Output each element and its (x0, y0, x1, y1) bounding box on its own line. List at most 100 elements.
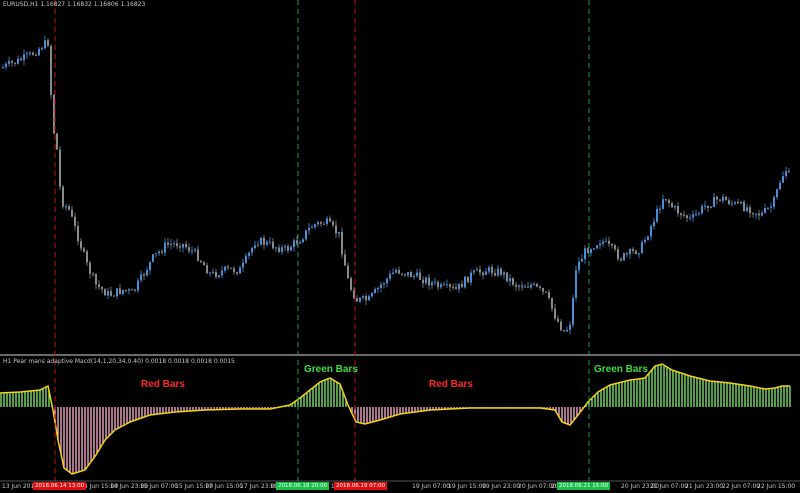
candle-body (194, 249, 196, 251)
candle-body (23, 54, 25, 61)
candle-body (320, 222, 322, 224)
candle-body (440, 284, 442, 288)
candle-body (446, 284, 448, 286)
candle-body (569, 324, 571, 330)
candle-body (533, 283, 535, 285)
candle-body (266, 241, 268, 245)
candle-body (485, 271, 487, 276)
candle-body (716, 196, 718, 200)
time-tick: 19 Jun 07:00 (412, 483, 451, 490)
candle-body (539, 286, 541, 289)
time-tick: 19 Jun 23:00 (482, 483, 521, 490)
candle-body (467, 276, 469, 283)
candle-body (11, 61, 13, 63)
candle-body (476, 269, 478, 271)
time-tick: 15 Jun 07:00 (140, 483, 179, 490)
time-tick: 17 Jun 15:00 (205, 483, 244, 490)
candle-body (197, 249, 199, 261)
candle-body (158, 251, 160, 254)
candle-body (725, 197, 727, 201)
candle-body (323, 223, 325, 225)
candle-body (245, 255, 247, 263)
candle-body (638, 253, 640, 255)
event-vlines[interactable] (54, 0, 590, 481)
candle-body (182, 243, 184, 248)
candle-body (572, 297, 574, 325)
candle-body (104, 289, 106, 296)
candle-body (191, 250, 193, 252)
candle-body (149, 261, 151, 271)
candle-body (368, 296, 370, 301)
candle-body (479, 269, 481, 273)
candle-body (5, 63, 7, 68)
candle-body (260, 237, 262, 245)
candle-body (449, 284, 451, 287)
candle-body (290, 246, 292, 251)
candle-body (131, 289, 133, 291)
candle-body (545, 291, 547, 293)
time-marker: 2018.06.18 20:00 (276, 482, 330, 490)
candle-body (461, 283, 463, 288)
indicator-header: H1 Pear mans adaptive Macd(14,1,20,34,0.… (3, 358, 235, 365)
candle-body (764, 208, 766, 213)
candle-body (95, 273, 97, 285)
candle-body (200, 260, 202, 263)
candle-body (326, 218, 328, 224)
candle-body (548, 292, 550, 299)
main-chart-header: EURUSD,H1 1.16827 1.16832 1.16806 1.1682… (3, 1, 146, 8)
candle-body (494, 273, 496, 276)
candle-body (188, 247, 190, 252)
candle-body (83, 248, 85, 252)
candle-body (509, 278, 511, 282)
candle-body (710, 206, 712, 208)
candle-body (206, 265, 208, 274)
candle-body (383, 283, 385, 285)
candle-body (413, 275, 415, 278)
candle-body (233, 268, 235, 273)
candle-body (257, 244, 259, 246)
candle-body (767, 207, 769, 209)
candle-body (287, 246, 289, 251)
candle-body (227, 266, 229, 268)
candle-body (407, 272, 409, 276)
candle-body (122, 289, 124, 295)
candle-body (503, 272, 505, 275)
time-tick: 22 Jun 15:00 (757, 483, 796, 490)
candle-body (32, 52, 34, 55)
candle-body (542, 288, 544, 292)
red-bars-label-1: Red Bars (141, 379, 185, 390)
candle-body (779, 182, 781, 190)
candle-body (254, 245, 256, 248)
candle-body (275, 247, 277, 249)
candle-body (650, 226, 652, 237)
candle-body (92, 273, 94, 275)
candle-body (152, 254, 154, 262)
candle-body (314, 224, 316, 228)
candle-body (389, 273, 391, 279)
candle-body (392, 272, 394, 274)
candle-body (599, 243, 601, 246)
candle-body (302, 239, 304, 243)
time-marker: 2018.06.19 07:00 (334, 482, 388, 490)
candle-body (641, 241, 643, 254)
candle-body (110, 291, 112, 296)
candle-body (419, 272, 421, 280)
candle-body (758, 213, 760, 216)
candle-body (143, 274, 145, 276)
candle-body (98, 284, 100, 287)
candle-body (488, 267, 490, 272)
time-marker: 2018.06.14 13:00 (33, 482, 87, 490)
candle-body (38, 48, 40, 56)
candle-body (221, 270, 223, 276)
candle-body (575, 270, 577, 298)
candle-body (602, 241, 604, 244)
candle-body (515, 284, 517, 287)
candle-body (62, 186, 64, 207)
candle-body (677, 206, 679, 214)
candle-body (359, 297, 361, 302)
green-bars-label-1: Green Bars (304, 364, 358, 375)
time-tick: 21 Jun 23:00 (685, 483, 724, 490)
candle-body (17, 58, 19, 64)
green-bars-label-2: Green Bars (594, 364, 648, 375)
candle-body (734, 202, 736, 204)
